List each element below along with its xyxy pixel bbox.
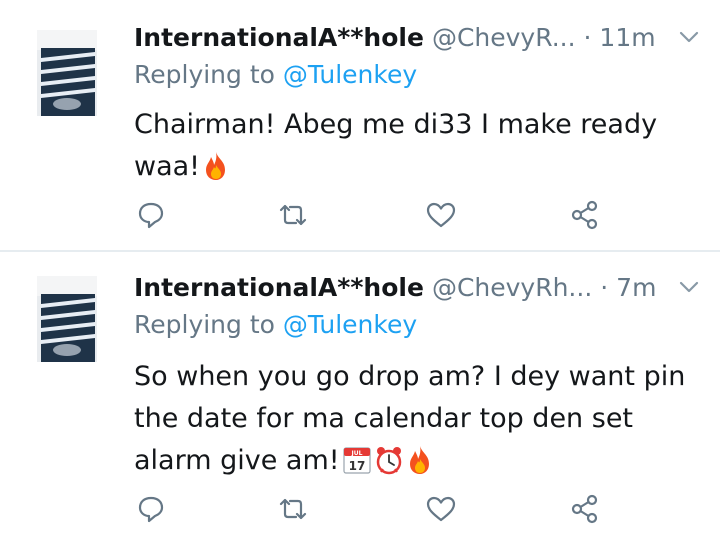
display-name[interactable]: InternationalA**hole [134, 23, 424, 52]
tweet-header: InternationalA**hole @ChevyRh... · 7m [134, 268, 702, 306]
retweet-button[interactable] [276, 492, 310, 526]
chevron-down-icon[interactable] [676, 274, 702, 300]
reply-button[interactable] [134, 198, 168, 232]
retweet-icon [279, 204, 307, 226]
tweet-actions [134, 198, 614, 234]
chevron-down-icon[interactable] [676, 24, 702, 50]
user-handle[interactable]: @ChevyRh... [432, 273, 592, 302]
tweet-actions [134, 492, 614, 528]
fire-emoji [406, 445, 434, 488]
replying-to-label: Replying to [134, 310, 275, 339]
like-button[interactable] [424, 492, 458, 526]
reply-button[interactable] [134, 492, 168, 526]
replying-to-link[interactable]: @Tulenkey [283, 60, 417, 89]
replying-to-line: Replying to @Tulenkey [134, 60, 417, 89]
fire-emoji [202, 151, 230, 194]
avatar[interactable] [37, 30, 97, 116]
calendar-day: 17 [348, 459, 365, 473]
share-button[interactable] [568, 198, 602, 232]
tweet[interactable]: InternationalA**hole @ChevyRh... · 7m Re… [0, 252, 720, 544]
replying-to-link[interactable]: @Tulenkey [283, 310, 417, 339]
timestamp[interactable]: · 7m [600, 273, 656, 302]
heart-icon [426, 202, 456, 228]
like-button[interactable] [424, 198, 458, 232]
calendar-emoji: JUL 17 [342, 445, 372, 488]
reply-icon [138, 202, 164, 229]
tweet-text: Chairman! Abeg me di33 I make ready waa! [134, 104, 694, 194]
share-icon [571, 200, 598, 230]
retweet-icon [279, 498, 307, 520]
display-name[interactable]: InternationalA**hole [134, 273, 424, 302]
timestamp[interactable]: · 11m [584, 23, 656, 52]
replying-to-label: Replying to [134, 60, 275, 89]
avatar-photo [37, 30, 97, 116]
avatar[interactable] [37, 276, 97, 362]
tweet-header: InternationalA**hole @ChevyR... · 11m [134, 18, 702, 56]
alarm-clock-emoji [374, 445, 404, 488]
calendar-month: JUL [350, 450, 362, 457]
share-icon [571, 494, 598, 524]
tweet[interactable]: InternationalA**hole @ChevyR... · 11m Re… [0, 0, 720, 252]
heart-icon [426, 496, 456, 522]
user-handle[interactable]: @ChevyR... [432, 23, 576, 52]
reply-icon [138, 496, 164, 523]
avatar-photo [37, 276, 97, 362]
share-button[interactable] [568, 492, 602, 526]
tweet-text: So when you go drop am? I dey want pin t… [134, 356, 694, 488]
replying-to-line: Replying to @Tulenkey [134, 310, 417, 339]
retweet-button[interactable] [276, 198, 310, 232]
